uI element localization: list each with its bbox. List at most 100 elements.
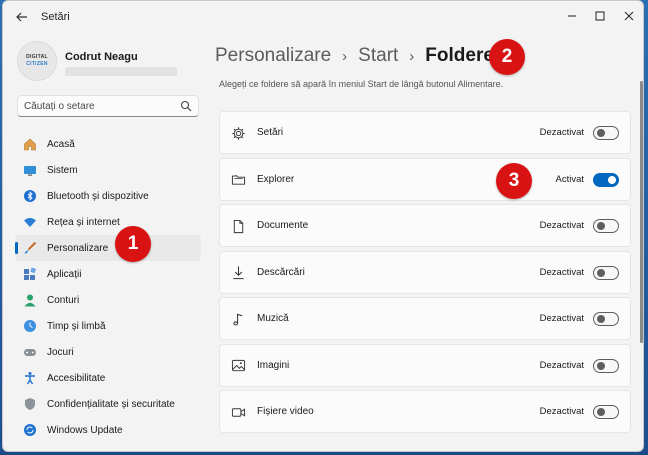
toggle-switch[interactable] [593,219,619,233]
sidebar-item-label: Confidențialitate și securitate [47,398,175,410]
back-button[interactable] [11,7,33,27]
folder-label: Explorer [257,173,295,185]
sidebar-item-home[interactable]: Acasă [15,131,201,157]
update-icon [23,423,37,437]
sidebar-item-label: Windows Update [47,424,123,436]
person-icon [23,293,37,307]
sidebar-item-gaming[interactable]: Jocuri [15,339,201,365]
callout-marker-1: 1 [115,226,151,262]
folder-row-pictures: Imagini Dezactivat [219,343,631,387]
callout-marker-3: 3 [496,163,532,199]
sidebar-item-accessibility[interactable]: Accesibilitate [15,365,201,391]
avatar-text-line2: CITIZEN [26,61,48,67]
title-bar: Setări [3,1,643,33]
folder-row-downloads: Descărcări Dezactivat [219,250,631,294]
sidebar-item-label: Bluetooth și dispozitive [47,190,149,202]
toggle-status-text: Dezactivat [539,359,584,371]
folder-row-videos: Fișiere video Dezactivat [219,390,631,433]
sidebar-item-label: Accesibilitate [47,372,106,384]
toggle-switch[interactable] [593,405,619,419]
toggle-switch[interactable] [593,312,619,326]
profile-email-redacted [65,67,177,76]
toggle-status-text: Dezactivat [539,313,584,324]
sidebar-item-label: Sistem [47,164,78,176]
sidebar-nav: Acasă Sistem Bluetooth și dispozitive Re… [15,131,201,443]
toggle-status-text: Dezactivat [539,220,584,231]
download-icon [230,265,246,281]
sidebar-item-accounts[interactable]: Conturi [15,287,201,313]
arrow-left-icon [16,12,27,22]
sidebar-item-privacy-security[interactable]: Confidențialitate și securitate [15,391,201,417]
page-title: Foldere [425,45,494,66]
sidebar-item-label: Rețea și internet [47,216,120,228]
folder-icon [230,172,246,188]
settings-window: Setări DIGITAL CITIZEN Codrut Neagu Acas… [2,0,644,452]
search-box[interactable] [17,95,199,117]
toggle-switch[interactable] [593,358,619,373]
sidebar-item-network[interactable]: Rețea și internet [15,209,201,235]
close-button[interactable] [614,5,643,27]
breadcrumb-start[interactable]: Start [358,45,398,67]
clock-globe-icon [23,319,37,333]
toggle-knob [597,222,605,230]
toggle-switch[interactable] [593,126,619,140]
avatar: DIGITAL CITIZEN [17,41,57,81]
toggle-status-text: Dezactivat [539,127,584,138]
folder-label: Descărcări [257,266,305,278]
toggle-knob [597,315,605,323]
maximize-button[interactable] [585,5,615,27]
video-icon [230,404,246,420]
gear-icon [230,125,246,141]
folder-label: Documente [257,220,309,231]
sidebar-item-time-language[interactable]: Timp și limbă [15,313,201,339]
search-icon[interactable] [180,100,192,112]
toggle-knob [597,268,605,277]
sidebar-item-windows-update[interactable]: Windows Update [15,417,201,443]
toggle-switch[interactable] [593,172,619,187]
sidebar-item-system[interactable]: Sistem [15,157,201,183]
sidebar-item-label: Jocuri [47,346,74,358]
app-title: Setări [41,11,70,23]
bluetooth-icon [23,189,37,203]
minimize-button[interactable] [557,5,587,27]
sidebar-item-personalization[interactable]: Personalizare [15,235,201,261]
folder-list: Setări Dezactivat Explorer Activat Docum… [219,111,631,437]
music-icon [230,311,246,327]
document-icon [230,218,246,234]
brush-icon [23,241,37,255]
wifi-icon [23,215,37,229]
apps-icon [23,267,37,281]
profile-name: Codrut Neagu [65,51,138,63]
maximize-icon [595,11,605,21]
toggle-knob [597,408,605,416]
breadcrumb-separator: › [342,47,348,65]
user-profile[interactable]: DIGITAL CITIZEN Codrut Neagu [17,41,207,83]
scrollbar[interactable] [640,81,643,343]
folder-label: Setări [257,127,284,138]
accessibility-icon [23,371,37,385]
sidebar-item-apps[interactable]: Aplicații [15,261,201,287]
folder-label: Fișiere video [257,406,314,417]
toggle-status-text: Dezactivat [539,266,584,278]
toggle-knob [597,129,605,137]
callout-marker-2: 2 [489,39,525,75]
minimize-icon [568,15,576,17]
breadcrumb-personalization[interactable]: Personalizare [215,45,331,67]
sidebar-item-label: Personalizare [47,242,109,254]
close-icon [624,11,634,21]
folder-row-music: Muzică Dezactivat [219,297,631,340]
sidebar-item-label: Acasă [47,138,75,150]
toggle-status-text: Activat [555,173,584,185]
folder-row-explorer: Explorer Activat [219,157,631,201]
sidebar-item-bluetooth[interactable]: Bluetooth și dispozitive [15,183,201,209]
toggle-switch[interactable] [593,265,619,280]
toggle-knob [608,175,616,184]
page-description: Alegeți ce foldere să apară în meniul St… [219,79,504,89]
breadcrumb-separator: › [409,47,415,65]
search-input[interactable] [24,98,174,114]
folder-row-documents: Documente Dezactivat [219,204,631,247]
folder-label: Muzică [257,313,289,324]
avatar-text-line1: DIGITAL [26,54,48,60]
shield-icon [23,397,37,411]
sidebar-item-label: Aplicații [47,268,82,280]
